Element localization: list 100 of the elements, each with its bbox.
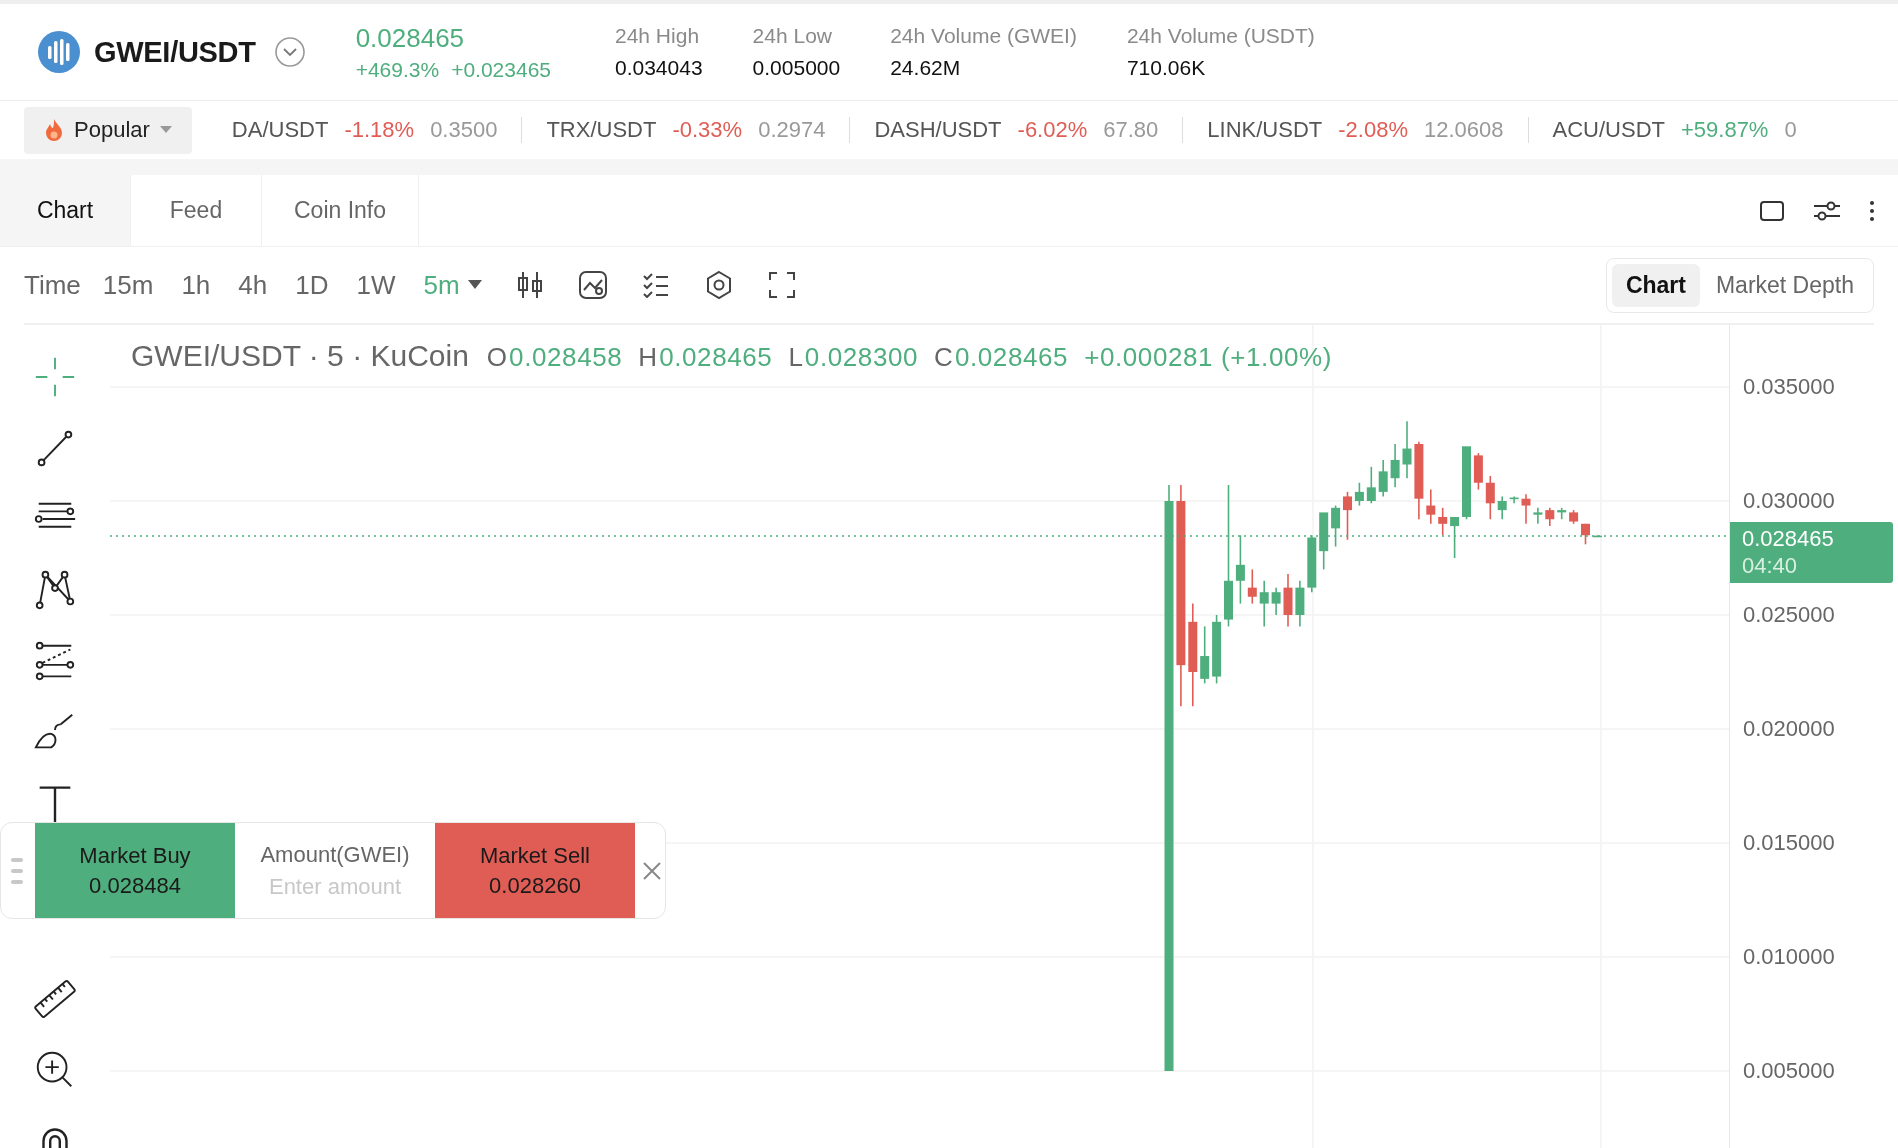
candlestick: [1307, 534, 1317, 593]
market-sell-button[interactable]: Market Sell 0.028260: [435, 823, 635, 918]
ticker-change: -6.02%: [1017, 117, 1088, 143]
stat-value: 710.06K: [1126, 56, 1207, 80]
chart-tab[interactable]: Feed: [131, 175, 262, 246]
candlestick: [1235, 534, 1245, 605]
candlestick: [1212, 614, 1222, 685]
interval-option[interactable]: 1h: [181, 269, 211, 301]
price-tick: 0.010000: [1743, 944, 1835, 970]
ticker-change: -1.18%: [344, 117, 415, 143]
ticker-pair: DA/USDT: [231, 117, 329, 143]
stat-label: 24h High: [615, 24, 701, 48]
pair-name: GWEI/USDT: [94, 35, 256, 69]
ticker-item[interactable]: TRX/USDT -0.33% 0.2974: [521, 117, 850, 143]
ticker-price: 0.2974: [758, 117, 826, 143]
drag-handle-icon[interactable]: [10, 855, 24, 886]
ohlc-value: 0.028458: [509, 342, 623, 373]
ticker-item[interactable]: DA/USDT -1.18% 0.3500: [231, 117, 522, 143]
ticker-price: 0.3500: [430, 117, 498, 143]
candlestick: [1497, 495, 1507, 521]
market-buy-button[interactable]: Market Buy 0.028484: [35, 823, 235, 918]
candlestick: [1592, 534, 1602, 538]
price-tick: 0.020000: [1743, 716, 1835, 742]
candlestick: [1366, 466, 1376, 505]
ohlc-label: O: [486, 342, 508, 373]
interval-option[interactable]: 15m: [102, 269, 154, 301]
candlestick: [1402, 420, 1412, 479]
flame-icon: [44, 118, 64, 142]
candlestick: [1485, 475, 1495, 521]
price-tick: 0.030000: [1743, 488, 1835, 514]
last-price: 0.028465: [355, 22, 466, 54]
chart-title: GWEI/USDT · 5 · KuCoin: [131, 339, 469, 373]
price-tick: 0.035000: [1743, 374, 1835, 400]
view-option[interactable]: Market Depth: [1701, 263, 1868, 307]
interval-option[interactable]: 1W: [356, 269, 396, 301]
interval-option[interactable]: 4h: [238, 269, 268, 301]
indicator-chart-icon[interactable]: [577, 270, 608, 300]
candlestick: [1473, 452, 1483, 491]
caret-down-icon: [159, 126, 172, 134]
candlestick: [1569, 509, 1579, 525]
change-amount: +0.023465: [451, 57, 551, 82]
candlestick: [1331, 504, 1341, 548]
candlestick: [1450, 516, 1460, 559]
fullscreen-icon[interactable]: [767, 271, 796, 299]
countdown-timer: 04:40: [1742, 552, 1799, 580]
ticker-pair: DASH/USDT: [874, 117, 1002, 143]
ticker-change: -2.08%: [1338, 117, 1408, 143]
view-option[interactable]: Chart: [1611, 263, 1700, 307]
candlestick: [1438, 507, 1448, 536]
ticker-item[interactable]: LINK/USDT -2.08% 12.0608: [1182, 117, 1528, 143]
view-switch[interactable]: Chart Market Depth: [1605, 257, 1874, 313]
ohlc-value: 0.028465: [954, 342, 1069, 373]
price-tick: 0.005000: [1743, 1058, 1835, 1084]
ticker-pair: ACU/USDT: [1552, 117, 1665, 143]
ticker-price: 67.80: [1103, 117, 1159, 143]
time-label: Time: [24, 269, 81, 301]
last-price-label: 0.028465: [1742, 525, 1835, 553]
candlestick: [1509, 495, 1519, 505]
stat-value: 0.005000: [752, 56, 841, 80]
checklist-icon[interactable]: [641, 272, 670, 298]
candlestick: [1533, 507, 1543, 525]
chart-tab[interactable]: Chart: [0, 175, 131, 246]
ohlc-label: L: [788, 342, 803, 373]
ticker-pair: LINK/USDT: [1207, 117, 1323, 143]
ohlc-value: 0.028465: [659, 342, 773, 373]
candlestick: [1581, 523, 1590, 546]
candlestick: [1354, 481, 1364, 507]
stat-value: 24.62M: [890, 56, 962, 80]
candlestick: [1200, 625, 1210, 685]
chevron-down-icon[interactable]: [273, 36, 306, 68]
price-tick: 0.015000: [1743, 830, 1835, 856]
candlestick: [1247, 568, 1257, 605]
candlestick-icon[interactable]: [515, 270, 544, 300]
stat-label: 24h Low: [752, 24, 833, 48]
ticker-change: -0.33%: [672, 117, 743, 143]
ticker-item[interactable]: DASH/USDT -6.02% 67.80: [849, 117, 1183, 143]
ohlc-label: H: [638, 342, 658, 373]
candlestick: [1343, 491, 1352, 541]
stat-label: 24h Volume (USDT): [1126, 24, 1315, 48]
popular-filter-button[interactable]: Popular: [24, 106, 192, 154]
candlestick: [1390, 443, 1400, 489]
candlestick: [1521, 493, 1531, 525]
ticker-item[interactable]: ACU/USDT +59.87% 0: [1527, 117, 1821, 143]
amount-label: Amount(GWEI): [260, 841, 410, 868]
candlestick: [1271, 586, 1281, 616]
candlestick: [1295, 580, 1305, 628]
interval-option[interactable]: 1D: [295, 269, 329, 301]
candlestick: [1378, 459, 1388, 498]
candlestick: [1283, 573, 1293, 628]
stat-label: 24h Volume (GWEI): [890, 24, 1077, 48]
price-change: +0.000281 (+1.00%): [1084, 342, 1332, 373]
chart-tab[interactable]: Coin Info: [262, 175, 420, 246]
ticker-price: 0: [1784, 117, 1797, 143]
candlestick: [1557, 507, 1567, 521]
ticker-price: 12.0608: [1424, 117, 1504, 143]
candlestick: [1426, 488, 1436, 525]
candlestick: [1545, 507, 1555, 527]
candlestick: [1319, 512, 1329, 571]
close-icon[interactable]: [642, 860, 662, 881]
caret-down-icon[interactable]: [467, 280, 482, 290]
